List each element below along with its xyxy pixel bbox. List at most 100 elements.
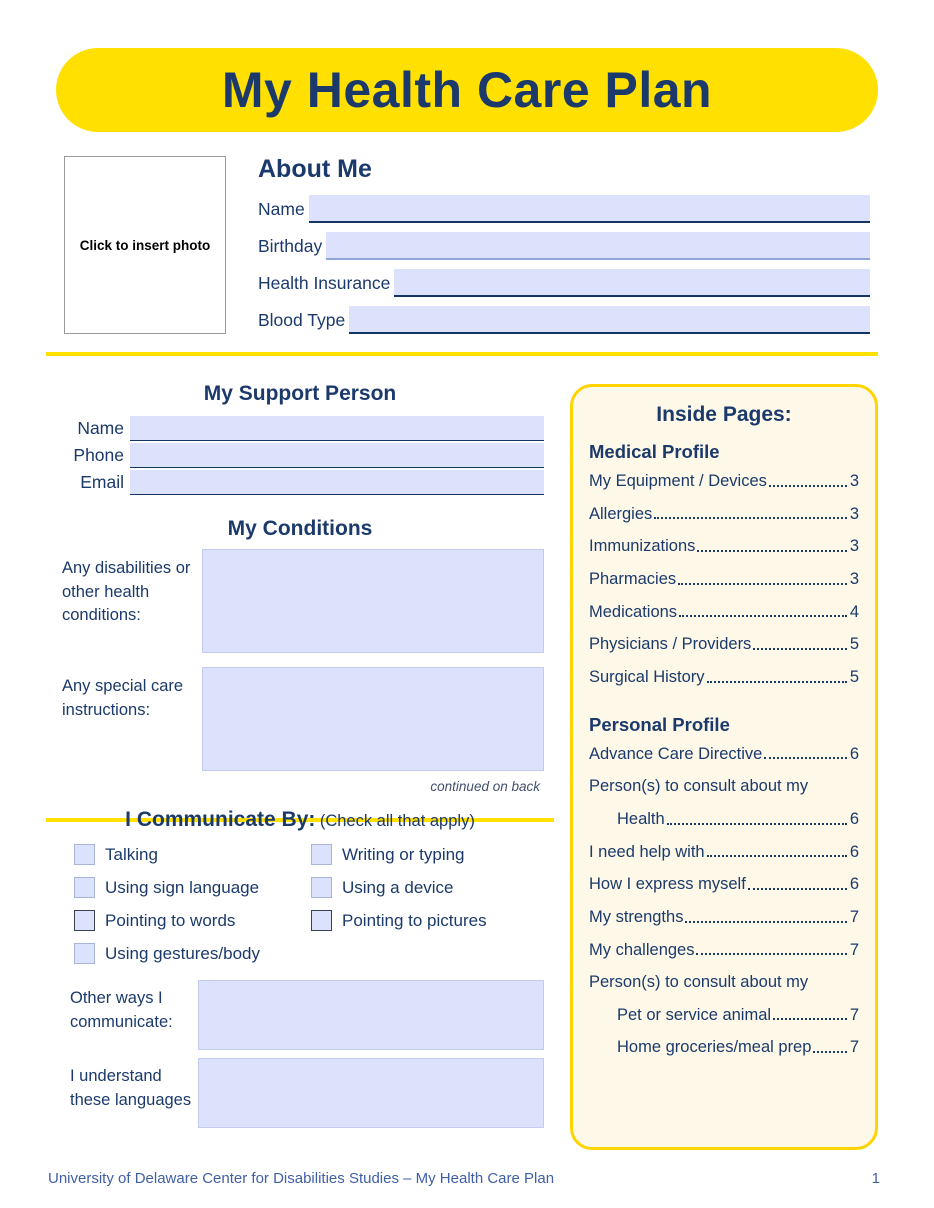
toc-entry-page: 7 [849,907,859,926]
toc-entry[interactable]: Physicians / Providers 5 [589,634,859,655]
about-me-section: Click to insert photo About Me Name Birt… [64,155,870,340]
checkbox-label: Pointing to words [105,910,236,930]
toc-entry[interactable]: My strengths 7 [589,907,859,928]
checkbox-item-pointing-to-pictures[interactable]: Pointing to pictures [311,904,548,937]
field-row-health-insurance: Health Insurance [258,266,870,297]
photo-placeholder[interactable]: Click to insert photo [64,156,226,334]
checkbox-icon[interactable] [74,910,95,932]
communicate-column-left: Talking Using sign language Pointing to … [74,838,311,970]
toc-entry[interactable]: Person(s) to consult about my [589,972,859,993]
field-row-name: Name [258,192,870,223]
toc-entry-page: 7 [849,940,859,959]
checkbox-icon[interactable] [74,943,95,965]
support-row-email: Email [58,468,544,496]
checkbox-item-sign-language[interactable]: Using sign language [74,871,311,904]
footer-text: University of Delaware Center for Disabi… [48,1170,555,1187]
toc-entry[interactable]: Surgical History 5 [589,667,859,688]
toc-leader-dots [666,822,847,825]
toc-entry[interactable]: Pet or service animal 7 [589,1005,859,1026]
other-ways-row: Other ways I communicate: [46,980,554,1051]
checkbox-label: Using gestures/body [105,943,260,963]
checkbox-icon[interactable] [311,910,332,932]
support-row-phone: Phone [58,441,544,469]
toc-entry[interactable]: Advance Care Directive 6 [589,744,859,765]
checkbox-label: Pointing to pictures [342,910,487,930]
toc-entry[interactable]: Health 6 [589,809,859,830]
checkbox-icon[interactable] [74,877,95,899]
toc-entry[interactable]: Pharmacies 3 [589,569,859,590]
health-insurance-input[interactable] [394,268,870,297]
conditions-disabilities-textarea[interactable] [202,549,544,654]
checkbox-item-pointing-to-words[interactable]: Pointing to words [74,904,311,937]
toc-entry[interactable]: How I express myself 6 [589,874,859,895]
toc-group-title: Medical Profile [589,441,720,462]
checkbox-item-writing-or-typing[interactable]: Writing or typing [311,838,548,871]
blood-type-input[interactable] [349,305,870,334]
page-title: My Health Care Plan [221,62,713,118]
toc-leader-dots [810,791,856,792]
toc-entry-page: 3 [849,537,859,556]
support-label-email: Email [80,472,124,493]
languages-textarea[interactable] [198,1058,544,1129]
toc-entry-label: Physicians / Providers [589,635,752,654]
toc-entry-page: 6 [849,810,859,828]
checkbox-icon[interactable] [74,844,95,866]
toc-entry-page: 4 [849,602,859,621]
toc-entry[interactable]: Medications 4 [589,602,859,623]
toc-entry-label: Pet or service animal [617,1005,772,1024]
checkbox-label: Writing or typing [342,844,465,864]
continued-on-back-note: continued on back [430,779,540,795]
toc-entry-label: My challenges [589,940,695,959]
toc-leader-dots [696,952,847,956]
toc-entry[interactable]: Person(s) to consult about my [589,776,859,797]
toc-leader-dots [768,484,847,487]
field-row-birthday: Birthday [258,229,870,260]
conditions-special-care-textarea[interactable] [202,667,544,772]
conditions-row-special-care: Any special care instructions: [46,667,554,772]
toc-leader-dots [678,582,847,585]
support-name-input[interactable] [130,416,544,442]
communicate-checkbox-grid: Talking Using sign language Pointing to … [46,838,554,970]
checkbox-item-gestures[interactable]: Using gestures/body [74,937,311,970]
support-email-input[interactable] [130,470,544,496]
toc-entry[interactable]: Allergies 3 [589,504,859,525]
checkbox-icon[interactable] [311,844,332,866]
birthday-input[interactable] [326,231,870,260]
toc-entry[interactable]: My Equipment / Devices 3 [589,471,859,492]
about-me-fields: About Me Name Birthday Health Insurance … [258,155,870,340]
other-ways-textarea[interactable] [198,980,544,1051]
toc-entry-label: How I express myself [589,875,746,894]
toc-entry-page: 3 [849,504,859,523]
other-ways-label: Other ways I communicate: [70,989,173,1031]
toc-entry-page: 6 [849,744,859,763]
checkbox-item-talking[interactable]: Talking [74,838,311,871]
communicate-subheading: (Check all that apply) [319,812,475,831]
checkbox-item-using-a-device[interactable]: Using a device [311,871,548,904]
toc-group-title: Personal Profile [589,713,730,735]
toc-entry-label: Surgical History [589,667,705,686]
checkbox-icon[interactable] [311,877,332,899]
toc-entry-label: Person(s) to consult about my [589,973,809,992]
checkbox-label: Using a device [342,877,454,897]
toc-entry-label: Pharmacies [589,570,677,589]
communicate-column-right: Writing or typing Using a device Pointin… [311,838,548,970]
table-of-contents: Medical Profile My Equipment / Devices 3 Al… [589,441,859,1058]
toc-entry[interactable]: I need help with 6 [589,842,859,863]
toc-leader-dots [706,854,847,858]
photo-placeholder-label: Click to insert photo [79,237,211,253]
toc-entry-page: 3 [849,472,859,491]
toc-entry[interactable]: My challenges 7 [589,940,859,961]
communicate-heading-group: I Communicate By: (Check all that apply) [46,808,554,832]
toc-entry-label: I need help with [589,842,705,861]
toc-entry-page: 7 [849,1038,859,1057]
toc-entry[interactable]: Home groceries/meal prep 7 [589,1037,859,1058]
name-input[interactable] [308,194,870,223]
field-label-health-insurance: Health Insurance [258,272,391,293]
toc-leader-dots [753,647,847,650]
toc-entry-page: 5 [849,635,859,654]
toc-leader-dots [706,680,847,683]
toc-group-spacer [589,700,859,712]
support-phone-input[interactable] [130,443,544,469]
support-person-heading: My Support Person [203,382,397,405]
toc-entry[interactable]: Immunizations 3 [589,536,859,557]
